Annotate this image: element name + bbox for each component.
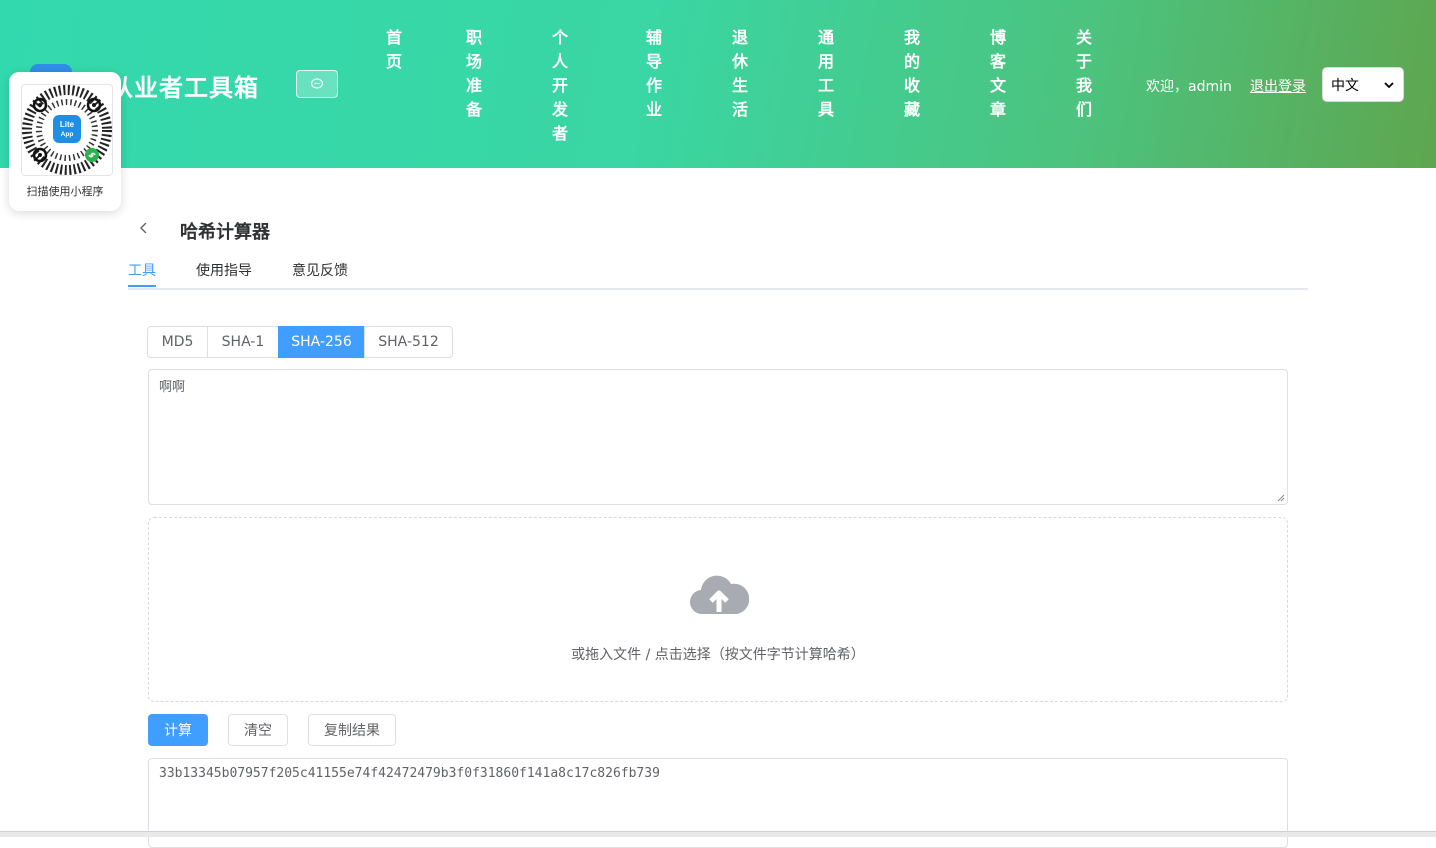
- nav-item-general-tools[interactable]: 通用工具: [814, 26, 838, 122]
- clear-button[interactable]: 清空: [228, 714, 288, 746]
- mini-program-card: Lite App 扫描使用小程序: [9, 72, 121, 211]
- algorithm-selector: MD5 SHA-1 SHA-256 SHA-512: [147, 326, 453, 358]
- algo-sha256-button[interactable]: SHA-256: [278, 326, 365, 358]
- file-dropzone[interactable]: 或拖入文件 / 点击选择（按文件字节计算哈希）: [148, 517, 1288, 702]
- tab-tool[interactable]: 工具: [128, 260, 156, 280]
- compute-button[interactable]: 计算: [148, 714, 208, 746]
- back-arrow-icon[interactable]: [136, 220, 152, 236]
- hash-text-value: 啊啊: [159, 380, 186, 395]
- tab-feedback[interactable]: 意见反馈: [292, 260, 348, 280]
- resize-grip-icon[interactable]: [1277, 494, 1285, 502]
- nav-item-indie-dev[interactable]: 个人开发者: [548, 26, 572, 146]
- page-title: 哈希计算器: [180, 222, 270, 243]
- chat-bubble-icon: [310, 78, 324, 89]
- hash-result-value: 33b13345b07957f205c41155e74f42472479b3f0…: [159, 766, 660, 781]
- chevron-down-icon: [1384, 81, 1394, 88]
- page-tabs: 工具 使用指导 意见反馈: [128, 258, 1308, 290]
- nav-item-favorites[interactable]: 我的收藏: [900, 26, 924, 122]
- nav-item-home[interactable]: 首页: [382, 26, 406, 74]
- copy-result-button[interactable]: 复制结果: [308, 714, 396, 746]
- qr-badge-bottom: App: [61, 131, 74, 138]
- algo-sha512-button[interactable]: SHA-512: [364, 326, 453, 358]
- nav-item-blog[interactable]: 博客文章: [986, 26, 1010, 122]
- dropzone-hint: 或拖入文件 / 点击选择（按文件字节计算哈希）: [571, 647, 865, 663]
- cloud-upload-icon: [690, 575, 749, 615]
- nav-item-about[interactable]: 关于我们: [1072, 26, 1096, 122]
- mini-program-caption: 扫描使用小程序: [26, 185, 104, 198]
- top-header: 件从业者工具箱 首页 职场准备 个人开发者 辅导作业 退休生活 通用工具 我的收…: [0, 0, 1436, 168]
- chat-button[interactable]: [296, 70, 338, 98]
- language-select[interactable]: 中文: [1322, 67, 1404, 102]
- nav-item-workplace[interactable]: 职场准备: [462, 26, 486, 122]
- welcome-text: 欢迎，admin: [1146, 79, 1232, 95]
- language-value: 中文: [1331, 77, 1359, 94]
- tab-guide[interactable]: 使用指导: [196, 260, 252, 280]
- nav-item-retirement[interactable]: 退休生活: [728, 26, 752, 122]
- algo-md5-button[interactable]: MD5: [147, 326, 208, 358]
- algo-sha1-button[interactable]: SHA-1: [207, 326, 279, 358]
- qr-code-icon: Lite App: [22, 85, 112, 175]
- active-tab-indicator: [128, 285, 156, 287]
- hash-text-input[interactable]: 啊啊: [148, 369, 1288, 505]
- window-bottom-edge: [0, 831, 1436, 837]
- qr-badge-top: Lite: [60, 120, 75, 129]
- nav-item-homework[interactable]: 辅导作业: [642, 26, 666, 122]
- qr-code: Lite App: [21, 84, 113, 176]
- logout-link[interactable]: 退出登录: [1250, 76, 1306, 96]
